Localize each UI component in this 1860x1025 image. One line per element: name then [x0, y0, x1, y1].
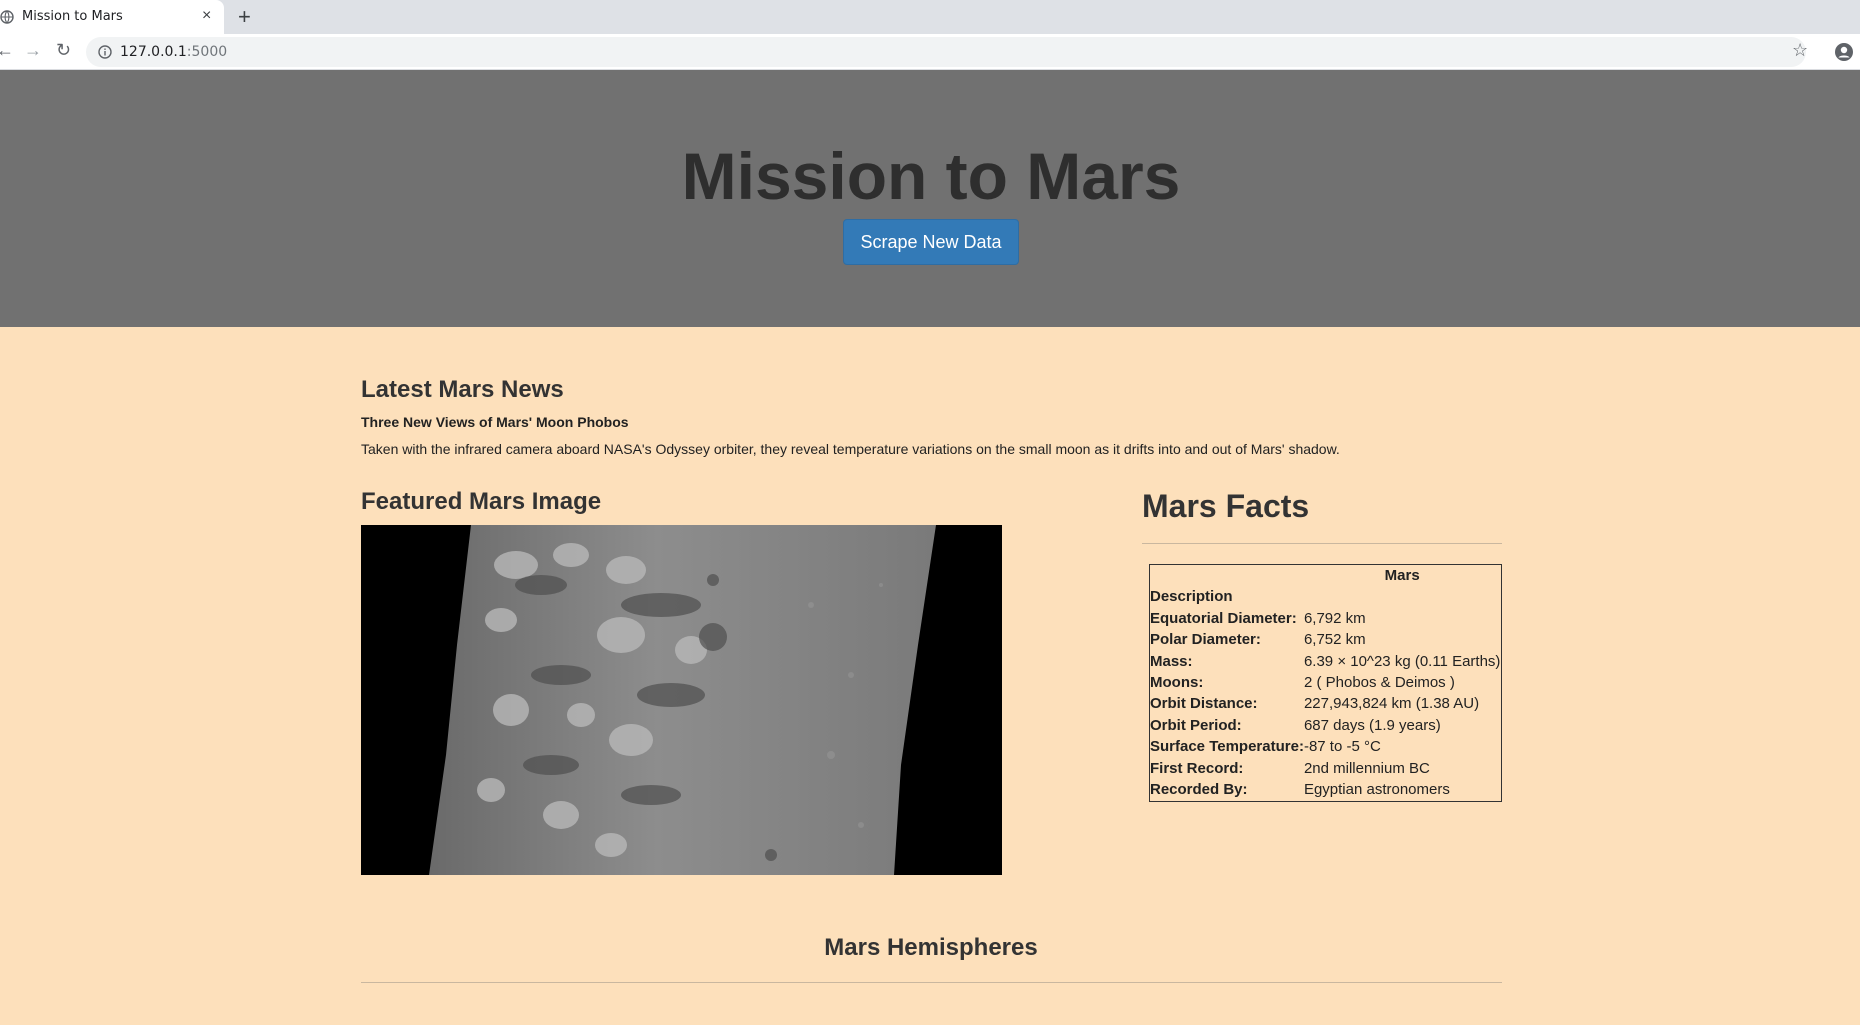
- featured-mars-image: [361, 525, 1002, 875]
- scrape-new-data-button[interactable]: Scrape New Data: [843, 219, 1019, 265]
- table-row: Equatorial Diameter: 6,792 km: [1150, 608, 1500, 629]
- table-row: Mass: 6.39 × 10^23 kg (0.11 Earths): [1150, 651, 1500, 672]
- tab-title: Mission to Mars: [22, 9, 123, 24]
- back-arrow-icon[interactable]: ←: [0, 40, 14, 61]
- latest-news-heading: Latest Mars News: [361, 376, 564, 403]
- forward-arrow-icon[interactable]: →: [24, 40, 42, 61]
- fact-value: 687 days (1.9 years): [1303, 716, 1441, 734]
- table-corner-cell: [1150, 565, 1304, 586]
- mars-surface-image: [361, 525, 1002, 875]
- fact-label: Surface Temperature:: [1150, 738, 1304, 756]
- url-port: :5000: [186, 44, 228, 60]
- fact-value: 227,943,824 km (1.38 AU): [1303, 695, 1480, 713]
- fact-label: Orbit Distance:: [1150, 695, 1258, 713]
- bookmark-star-icon[interactable]: ☆: [1792, 40, 1808, 61]
- fact-label: Moons:: [1150, 674, 1204, 692]
- fact-value: -87 to -5 °C: [1303, 738, 1381, 756]
- table-header-row: Mars: [1150, 565, 1500, 586]
- profile-icon[interactable]: [1834, 42, 1854, 62]
- browser-tab-strip: Mission to Mars × +: [0, 0, 1860, 34]
- hemispheres-heading: Mars Hemispheres: [824, 934, 1038, 961]
- news-paragraph: Taken with the infrared camera aboard NA…: [361, 441, 1340, 457]
- fact-label: Recorded By:: [1150, 781, 1248, 799]
- news-title: Three New Views of Mars' Moon Phobos: [361, 414, 629, 430]
- fact-label: Mass:: [1150, 652, 1193, 670]
- mars-facts-heading: Mars Facts: [1142, 488, 1310, 524]
- table-row: Moons: 2 ( Phobos & Deimos ): [1150, 672, 1500, 693]
- column-header-mars: Mars: [1384, 567, 1420, 584]
- table-row: Surface Temperature: -87 to -5 °C: [1150, 736, 1500, 757]
- globe-icon: [0, 10, 14, 24]
- table-row: Orbit Period: 687 days (1.9 years): [1150, 715, 1500, 736]
- fact-value: 2 ( Phobos & Deimos ): [1303, 674, 1455, 692]
- table-empty-cell: [1304, 586, 1500, 607]
- fact-value: 6.39 × 10^23 kg (0.11 Earths): [1303, 652, 1501, 670]
- table-row: First Record: 2nd millennium BC: [1150, 758, 1500, 779]
- table-index-row: Description: [1150, 586, 1500, 607]
- browser-tab[interactable]: Mission to Mars ×: [0, 0, 224, 34]
- new-tab-icon[interactable]: +: [238, 4, 251, 30]
- fact-value: Egyptian astronomers: [1303, 781, 1450, 799]
- fact-label: Orbit Period:: [1150, 716, 1242, 734]
- tab-close-icon[interactable]: ×: [202, 7, 211, 25]
- info-icon[interactable]: [98, 45, 112, 59]
- index-label-description: Description: [1150, 588, 1233, 606]
- facts-divider: [1142, 543, 1502, 544]
- table-row: Orbit Distance: 227,943,824 km (1.38 AU): [1150, 693, 1500, 714]
- page-title: Mission to Mars: [681, 139, 1181, 213]
- fact-label: Polar Diameter:: [1150, 631, 1261, 649]
- url-text[interactable]: 127.0.0.1:5000: [120, 44, 227, 60]
- reload-icon[interactable]: ↻: [56, 40, 71, 61]
- hemispheres-divider: [361, 982, 1502, 983]
- mars-facts-table: Mars Description Equatorial Diameter: 6,7…: [1149, 564, 1502, 802]
- table-row: Recorded By: Egyptian astronomers: [1150, 779, 1500, 800]
- table-row: Polar Diameter: 6,752 km: [1150, 629, 1500, 650]
- fact-label: Equatorial Diameter:: [1150, 609, 1297, 627]
- address-bar[interactable]: 127.0.0.1:5000: [86, 37, 1806, 67]
- browser-toolbar: ← → ↻ 127.0.0.1:5000 ☆: [0, 34, 1860, 70]
- fact-label: First Record:: [1150, 759, 1244, 777]
- fact-value: 6,752 km: [1303, 631, 1366, 649]
- fact-value: 2nd millennium BC: [1303, 759, 1430, 777]
- jumbotron: Mission to Mars Scrape New Data: [0, 70, 1860, 327]
- featured-image-heading: Featured Mars Image: [361, 488, 602, 515]
- fact-value: 6,792 km: [1303, 609, 1366, 627]
- url-host: 127.0.0.1: [120, 44, 187, 60]
